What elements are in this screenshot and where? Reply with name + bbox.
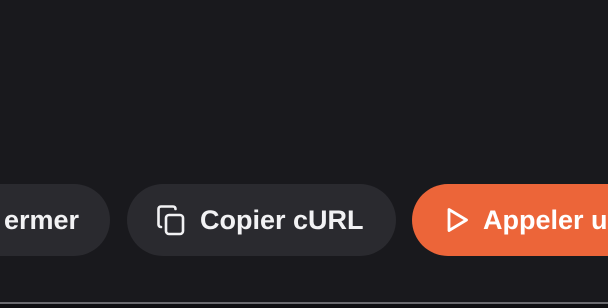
close-button-label: ermer bbox=[3, 204, 79, 235]
close-button[interactable]: ermer bbox=[0, 184, 110, 256]
copy-icon bbox=[156, 204, 186, 236]
bottom-edge bbox=[0, 304, 608, 308]
copy-curl-label: Copier cURL bbox=[200, 204, 364, 235]
call-button-label: Appeler u bbox=[483, 204, 608, 235]
action-bar: ermer Copier cURL Appeler u bbox=[0, 0, 608, 308]
play-icon bbox=[443, 205, 471, 235]
call-button[interactable]: Appeler u bbox=[412, 184, 608, 256]
copy-curl-button[interactable]: Copier cURL bbox=[127, 184, 396, 256]
